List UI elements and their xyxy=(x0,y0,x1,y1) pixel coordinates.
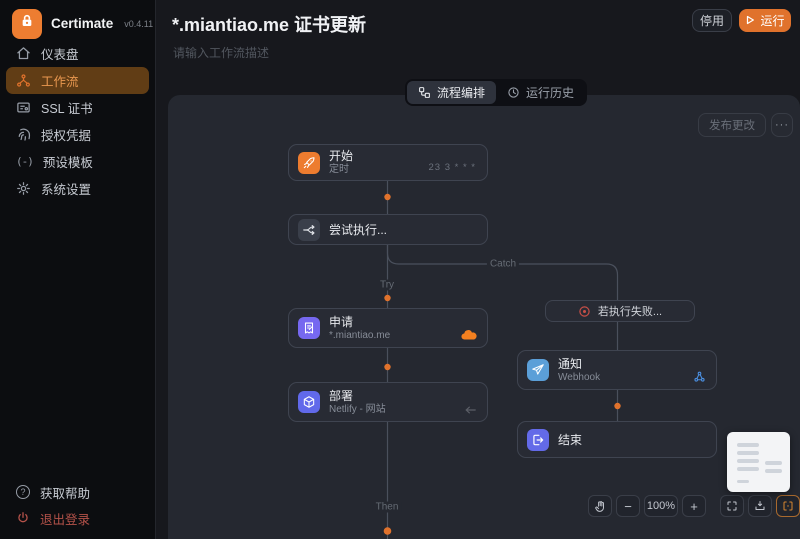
logout-item[interactable]: 退出登录 xyxy=(6,505,149,531)
node-title: 部署 xyxy=(329,388,354,403)
flow-editor-icon xyxy=(418,86,431,99)
node-title: 通知 xyxy=(558,356,583,371)
credentials-icon xyxy=(16,127,31,142)
node-catch-condition[interactable]: 若执行失败... xyxy=(545,300,695,322)
history-icon xyxy=(507,86,520,99)
run-label: 运行 xyxy=(760,14,785,28)
minimap-node-bar xyxy=(765,469,782,473)
cloudflare-icon xyxy=(461,330,477,341)
rocket-icon xyxy=(298,151,320,174)
node-subtitle: Webhook xyxy=(558,371,601,383)
minimap-node-bar xyxy=(765,461,782,465)
minimap-node-bar xyxy=(737,451,759,455)
tab-run-history[interactable]: 运行历史 xyxy=(496,81,585,104)
minimap-node-bar xyxy=(737,480,749,483)
node-title: 申请 xyxy=(329,314,354,329)
help-icon: ? xyxy=(16,485,30,499)
sidebar-item-settings[interactable]: 系统设置 xyxy=(6,175,149,202)
lock-icon xyxy=(19,13,35,34)
run-button[interactable]: 运行 xyxy=(739,9,791,32)
sidebar: Certimate v0.4.11 仪表盘 工作流 SSL 证书 授权凭据 (-… xyxy=(0,0,156,539)
sidebar-item-label: 仪表盘 xyxy=(41,48,79,62)
webhook-icon xyxy=(693,370,706,383)
template-icon: (-) xyxy=(16,155,34,168)
publish-changes-button[interactable]: 发布更改 xyxy=(698,113,766,137)
node-start[interactable]: 开始 定时 23 3 * * * xyxy=(288,144,488,181)
sidebar-nav: 仪表盘 工作流 SSL 证书 授权凭据 (-) 预设模板 系统设置 xyxy=(0,40,155,202)
notify-plane-icon xyxy=(527,359,549,381)
cron-expression: 23 3 * * * xyxy=(428,162,476,173)
failure-target-icon xyxy=(578,305,591,318)
more-options-button[interactable]: ··· xyxy=(771,113,793,137)
sidebar-footer: ? 获取帮助 退出登录 xyxy=(0,479,155,531)
certimate-logo xyxy=(12,8,42,39)
node-end[interactable]: 结束 xyxy=(517,421,717,458)
pause-button[interactable]: 停用 xyxy=(692,9,732,32)
logout-label: 退出登录 xyxy=(40,512,91,527)
minimap-node-bar xyxy=(737,443,759,447)
certimate-app: Certimate v0.4.11 仪表盘 工作流 SSL 证书 授权凭据 (-… xyxy=(0,0,800,539)
brand-name: Certimate xyxy=(51,16,114,31)
deploy-package-icon xyxy=(298,391,320,413)
minimap-toggle-button[interactable] xyxy=(776,495,800,517)
sidebar-item-credentials[interactable]: 授权凭据 xyxy=(6,121,149,148)
node-apply[interactable]: 申请 *.miantiao.me xyxy=(288,308,488,348)
certificate-request-icon xyxy=(298,317,320,339)
node-title: 开始 xyxy=(329,149,354,163)
deploy-provider-icon xyxy=(463,405,477,415)
certificate-icon xyxy=(16,100,31,115)
node-notify[interactable]: 通知 Webhook xyxy=(517,350,717,390)
sidebar-item-workflows[interactable]: 工作流 xyxy=(6,67,149,94)
node-subtitle: 定时 xyxy=(329,164,349,175)
sidebar-item-label: 系统设置 xyxy=(41,183,92,197)
sidebar-item-label: 预设模板 xyxy=(42,156,93,170)
zoom-out-button[interactable]: − xyxy=(616,495,640,517)
node-deploy[interactable]: 部署 Netlify - 网站 xyxy=(288,382,488,422)
tab-label: 运行历史 xyxy=(526,86,575,100)
node-subtitle: *.miantiao.me xyxy=(329,329,391,341)
branch-label-try: Try xyxy=(376,279,398,291)
node-subtitle: Netlify - 网站 xyxy=(329,403,386,415)
dashboard-icon xyxy=(16,46,31,61)
workflow-description-placeholder[interactable]: 请输入工作流描述 xyxy=(173,44,269,61)
settings-icon xyxy=(16,181,31,196)
branch-split-icon xyxy=(298,218,320,241)
canvas-controls: − 100% + xyxy=(588,495,800,517)
zoom-level-button[interactable]: 100% xyxy=(644,495,678,517)
sidebar-item-label: 工作流 xyxy=(41,75,79,89)
tab-flow-editor[interactable]: 流程编排 xyxy=(407,81,497,104)
node-title: 尝试执行... xyxy=(329,222,388,237)
node-try[interactable]: 尝试执行... xyxy=(288,214,488,245)
logout-icon xyxy=(16,511,30,525)
sidebar-item-ssl-certificates[interactable]: SSL 证书 xyxy=(6,94,149,121)
page-title: *.miantiao.me 证书更新 xyxy=(172,15,367,35)
tab-label: 流程编排 xyxy=(437,86,486,100)
fit-view-button[interactable] xyxy=(720,495,744,517)
branch-label-then: Then xyxy=(372,501,402,513)
pan-hand-button[interactable] xyxy=(588,495,612,517)
play-icon xyxy=(745,14,755,28)
workflow-canvas[interactable]: Try Catch Then 发布更改 ··· 开始 定时 23 3 * * *… xyxy=(168,95,800,539)
sidebar-item-templates[interactable]: (-) 预设模板 xyxy=(6,148,149,175)
workflow-icon xyxy=(16,73,31,88)
minimap-node-bar xyxy=(737,467,759,471)
view-tabs: 流程编排 运行历史 xyxy=(405,79,588,106)
brand: Certimate v0.4.11 xyxy=(0,0,155,40)
branch-label-catch: Catch xyxy=(486,258,520,270)
node-title: 若执行失败... xyxy=(597,306,663,318)
minimap-node-bar xyxy=(737,459,759,463)
minimap[interactable] xyxy=(727,432,790,492)
brand-version: v0.4.11 xyxy=(124,18,154,29)
get-help-item[interactable]: ? 获取帮助 xyxy=(6,479,149,505)
end-exit-icon xyxy=(527,428,549,451)
node-title: 结束 xyxy=(558,432,583,447)
help-label: 获取帮助 xyxy=(40,486,91,501)
sidebar-item-label: SSL 证书 xyxy=(41,102,93,116)
zoom-in-button[interactable]: + xyxy=(682,495,706,517)
export-image-button[interactable] xyxy=(748,495,772,517)
sidebar-item-label: 授权凭据 xyxy=(41,129,92,143)
sidebar-item-dashboard[interactable]: 仪表盘 xyxy=(6,40,149,67)
